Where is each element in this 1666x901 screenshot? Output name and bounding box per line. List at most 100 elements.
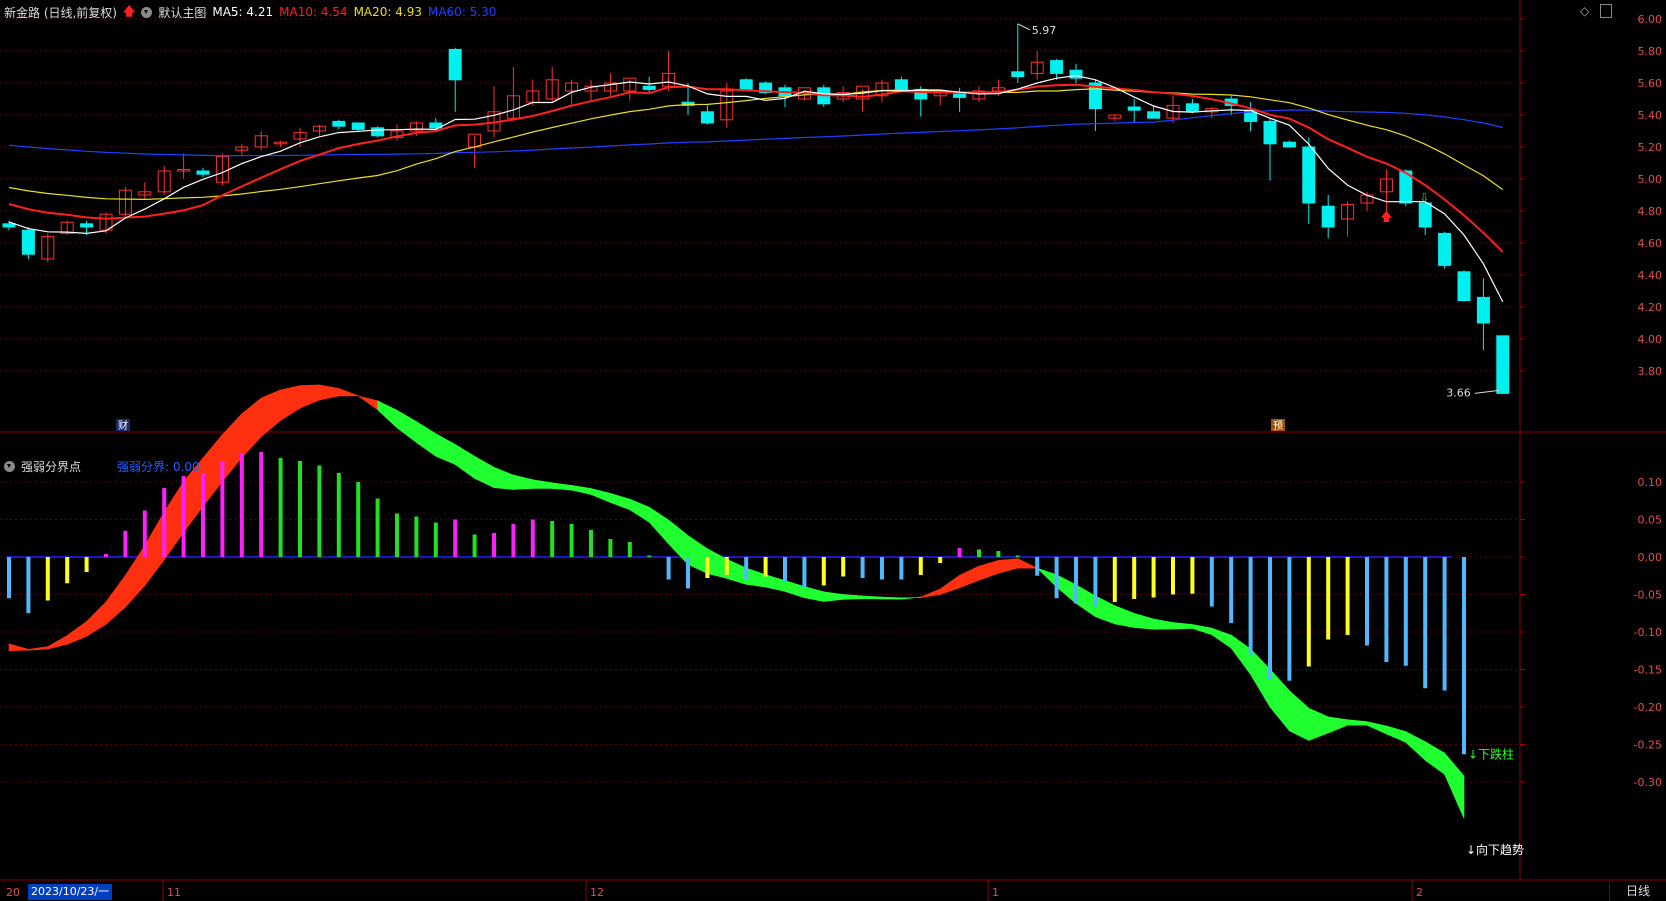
indicator-bar-negative [1462, 557, 1466, 755]
indicator-bar-positive [104, 554, 108, 557]
ribbon-down-segment [1056, 574, 1077, 604]
ribbon-up-segment [28, 646, 49, 651]
ma10-label: MA10: 4.54 [279, 5, 348, 19]
indicator-bar-positive [453, 519, 458, 557]
indicator-name[interactable]: 强弱分界点 [21, 458, 81, 475]
scroll-icon[interactable] [1600, 4, 1612, 18]
indicator-bar-positive [239, 453, 244, 557]
ribbon-down-segment [551, 482, 572, 491]
indicator-bar-positive [647, 555, 652, 557]
candle-down [1457, 271, 1471, 302]
month-label: 12 [590, 886, 604, 899]
ribbon-up-segment [998, 558, 1019, 574]
ribbon-down-segment [532, 479, 553, 489]
diamond-icon[interactable]: ◇ [1580, 4, 1589, 18]
indicator-bar-negative [1074, 557, 1078, 604]
indicator-bar-positive [142, 510, 147, 557]
indicator-bar-negative [918, 557, 923, 575]
ribbon-down-segment [571, 485, 592, 495]
indicator-bar-negative [7, 557, 11, 599]
indicator-bar-positive [608, 539, 613, 557]
indicator-header: 强弱分界点 强弱分界: 0.00 [4, 458, 200, 475]
ma20-label: MA20: 4.93 [353, 5, 422, 19]
price-tick-label: 4.60 [1638, 237, 1663, 250]
indicator-dropdown-icon[interactable] [4, 461, 15, 472]
indicator-tick-label: -0.20 [1634, 701, 1662, 714]
down-trend-label: ↓向下趋势 [1466, 842, 1524, 857]
ribbon-up-segment [357, 395, 378, 411]
indicator-tick-label: 0.00 [1638, 551, 1663, 564]
indicator-bar-negative [1403, 557, 1408, 666]
ribbon-up-segment [8, 643, 29, 652]
candle-down [953, 93, 967, 98]
indicator-bar-negative [1209, 557, 1214, 607]
indicator-tick-label: -0.15 [1634, 664, 1662, 677]
indicator-bar-negative [1326, 557, 1331, 640]
ribbon-up-segment [86, 601, 107, 637]
main-chart[interactable]: 6.00 5.80 5.60 5.40 5.20 5.00 4.80 4.60 4.40 4.20… [0, 0, 1666, 901]
low-price-label: 3.66 [1446, 386, 1471, 399]
indicator-bar-negative [1306, 557, 1311, 667]
indicator-bar-positive [530, 519, 535, 557]
indicator-bar-positive [957, 548, 962, 557]
indicator-bar-negative [1248, 557, 1253, 655]
price-tick-label: 5.80 [1638, 45, 1663, 58]
price-tick-label: 5.20 [1638, 141, 1663, 154]
indicator-bar-negative [880, 557, 884, 580]
indicator-bar-negative [744, 557, 749, 580]
ribbon-down-segment [823, 591, 844, 602]
indicator-bar-positive [977, 549, 981, 557]
month-label: 11 [167, 886, 181, 899]
indicator-bar-negative [1151, 557, 1156, 598]
price-tick-label: 5.00 [1638, 173, 1663, 186]
indicator-bar-negative [899, 557, 904, 580]
price-tick-label: 5.60 [1638, 77, 1663, 90]
chart-header: 新金路 (日线,前复权) 🡅 默认主图 MA5: 4.21 MA10: 4.54… [4, 3, 496, 21]
candle-down [1263, 120, 1277, 145]
period-button[interactable]: 日线 [1609, 882, 1666, 901]
template-dropdown-icon[interactable] [141, 6, 153, 18]
time-axis-stub: 20 [6, 886, 20, 899]
candle-down [1496, 335, 1510, 394]
high-pointer [1017, 23, 1031, 31]
forecast-tag: 预 [1273, 420, 1283, 432]
indicator-bar-positive [492, 533, 496, 557]
indicator-bar-negative [65, 557, 70, 584]
ribbon-down-segment [1036, 567, 1057, 588]
template-label[interactable]: 默认主图 [158, 4, 206, 21]
indicator-bar-negative [1171, 557, 1175, 595]
candle-down [80, 223, 94, 228]
ribbon-down-segment [901, 596, 922, 600]
candle-down [196, 170, 210, 175]
ribbon-down-segment [842, 594, 863, 600]
ribbon-down-segment [1424, 741, 1445, 775]
indicator-bar-negative [821, 557, 826, 586]
ribbon-up-segment [222, 413, 243, 483]
cursor-date: 2023/10/23/一 [28, 884, 113, 900]
ma5-label: MA5: 4.21 [212, 5, 274, 19]
ribbon-up-segment [260, 389, 281, 438]
ribbon-up-segment [920, 588, 941, 598]
indicator-bar-positive [336, 473, 341, 557]
ribbon-down-segment [1405, 731, 1426, 761]
indicator-bar-positive [375, 498, 380, 557]
indicator-bar-negative [860, 557, 865, 578]
ribbon-up-segment [978, 559, 999, 581]
indicator-bar-positive [298, 461, 302, 557]
indicator-bar-negative [666, 557, 671, 580]
stock-title[interactable]: 新金路 (日线,前复权) [4, 4, 117, 21]
ribbon-down-segment [1444, 752, 1465, 819]
indicator-bar-negative [1268, 557, 1272, 680]
indicator-bar-positive [395, 513, 399, 557]
ribbon-up-segment [319, 384, 340, 401]
indicator-bar-positive [511, 524, 516, 557]
candle-down [1302, 146, 1316, 204]
candle-down [894, 79, 908, 90]
indicator-bar-positive [414, 516, 419, 557]
ribbon-down-segment [513, 474, 534, 490]
candle-down [1147, 111, 1161, 119]
ribbon-down-segment [1230, 634, 1251, 676]
indicator-bar-negative [802, 557, 807, 587]
high-price-label: 5.97 [1032, 24, 1057, 37]
ribbon-up-segment [105, 574, 126, 625]
